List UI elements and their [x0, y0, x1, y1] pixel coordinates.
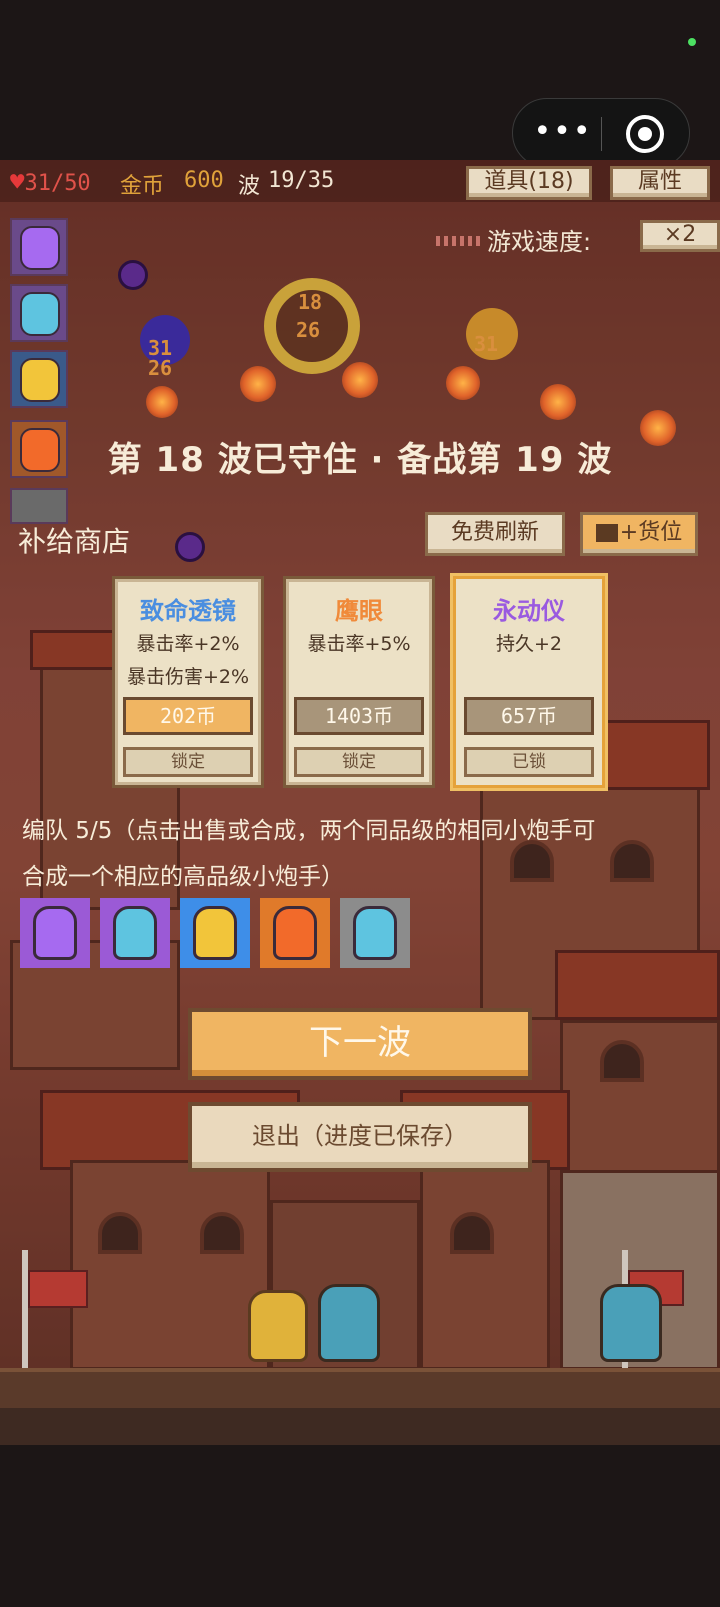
team-slot[interactable] [10, 218, 68, 276]
hp-value: 31/50 [24, 171, 91, 196]
gunner-icon [193, 906, 237, 960]
damage-number: 31 [474, 332, 499, 356]
game-speed-toggle[interactable]: ×2 [640, 220, 720, 252]
price-button[interactable]: 202币 [123, 697, 253, 735]
items-button[interactable]: 道具(18) [466, 166, 592, 200]
damage-number: 26 [148, 356, 173, 380]
fireball [240, 366, 276, 402]
shop-card-lens[interactable]: 致命透镜 暴击率+2% 暴击伤害+2% 202币 锁定 [112, 576, 264, 788]
item-name: 永动仪 [493, 597, 565, 625]
team-slot[interactable] [10, 284, 68, 342]
item-name: 鹰眼 [335, 597, 383, 625]
fireball [342, 362, 378, 398]
squad-slot[interactable] [260, 898, 330, 968]
miniprogram-capsule: ••• [512, 98, 690, 168]
speed-indicator [436, 236, 480, 246]
more-dots-icon[interactable]: ••• [533, 109, 593, 159]
gunner-icon [273, 906, 317, 960]
overlay-dim [0, 160, 720, 1445]
squad-info-line: 合成一个相应的高品级小炮手） [22, 864, 344, 890]
item-effect: 暴击伤害+2% [126, 666, 250, 688]
team-slot[interactable] [10, 350, 68, 408]
enemy-orb [118, 260, 148, 290]
item-effect: 暴击率+2% [136, 633, 240, 655]
gunner-icon [20, 358, 60, 402]
wave-banner: 第 18 波已守住 · 备战第 19 波 [107, 440, 613, 480]
add-slot-button[interactable]: +货位 [580, 512, 698, 556]
game-speed-label: 游戏速度: [487, 228, 592, 256]
ground [0, 1368, 720, 1408]
hp-display: ♥31/50 [10, 168, 91, 196]
exit-button[interactable]: 退出（进度已保存） [188, 1102, 532, 1172]
lock-button[interactable]: 锁定 [123, 747, 253, 777]
battlefield: 18 26 31 26 31 [0, 160, 720, 1445]
locked-button[interactable]: 已锁 [464, 747, 594, 777]
price-button[interactable]: 657币 [464, 697, 594, 735]
status-indicator-icon [688, 38, 696, 46]
squad-info-line: 编队 5/5（点击出售或合成，两个同品级的相同小炮手可 [22, 818, 596, 844]
shop-title: 补给商店 [18, 525, 131, 558]
lock-button[interactable]: 锁定 [294, 747, 424, 777]
gunner-yellow [248, 1290, 308, 1362]
item-effect: 暴击率+5% [307, 633, 411, 655]
close-circle-icon[interactable] [626, 115, 664, 153]
fireball [146, 386, 178, 418]
gold-label: 金币 [120, 174, 165, 199]
squad-info: 编队 5/5（点击出售或合成，两个同品级的相同小炮手可 合成一个相应的高品级小炮… [22, 808, 702, 900]
fireball [446, 366, 480, 400]
attributes-button[interactable]: 属性 [610, 166, 710, 200]
next-wave-button[interactable]: 下一波 [188, 1008, 532, 1080]
damage-number: 26 [296, 318, 321, 342]
gunner-icon [353, 906, 397, 960]
add-slot-label: +货位 [619, 520, 683, 545]
capsule-divider [601, 117, 602, 151]
video-ad-icon [595, 524, 618, 542]
gunner-teal [600, 1284, 662, 1362]
game-screen: ••• 18 26 31 26 31 ♥31/50 金币 600 波 19/35… [0, 0, 720, 1607]
gunner-icon [20, 226, 60, 270]
wave-label: 波 [238, 174, 261, 199]
shop-card-hawkeye[interactable]: 鹰眼 暴击率+5% 1403币 锁定 [283, 576, 435, 788]
flag-pole [22, 1250, 28, 1368]
squad-slot[interactable] [100, 898, 170, 968]
heart-icon: ♥ [10, 168, 25, 196]
free-refresh-button[interactable]: 免费刷新 [425, 512, 565, 556]
price-button[interactable]: 1403币 [294, 697, 424, 735]
team-slot[interactable] [10, 488, 68, 524]
skull-flag-icon [28, 1270, 88, 1308]
gunner-teal [318, 1284, 380, 1362]
enemy-orb [175, 532, 205, 562]
gunner-icon [113, 906, 157, 960]
item-name: 致命透镜 [140, 597, 236, 625]
gunner-icon [33, 906, 77, 960]
fireball [540, 384, 576, 420]
ground-shadow [0, 1408, 720, 1445]
item-effect: 持久+2 [495, 633, 562, 655]
squad-slot[interactable] [180, 898, 250, 968]
gunner-icon [20, 292, 60, 336]
shop-card-perpetual[interactable]: 永动仪 持久+2 657币 已锁 [453, 576, 605, 788]
gold-value: 600 [184, 168, 224, 193]
squad-slot[interactable] [20, 898, 90, 968]
damage-number: 18 [298, 290, 323, 314]
squad-slot[interactable] [340, 898, 410, 968]
wave-value: 19/35 [268, 168, 335, 193]
